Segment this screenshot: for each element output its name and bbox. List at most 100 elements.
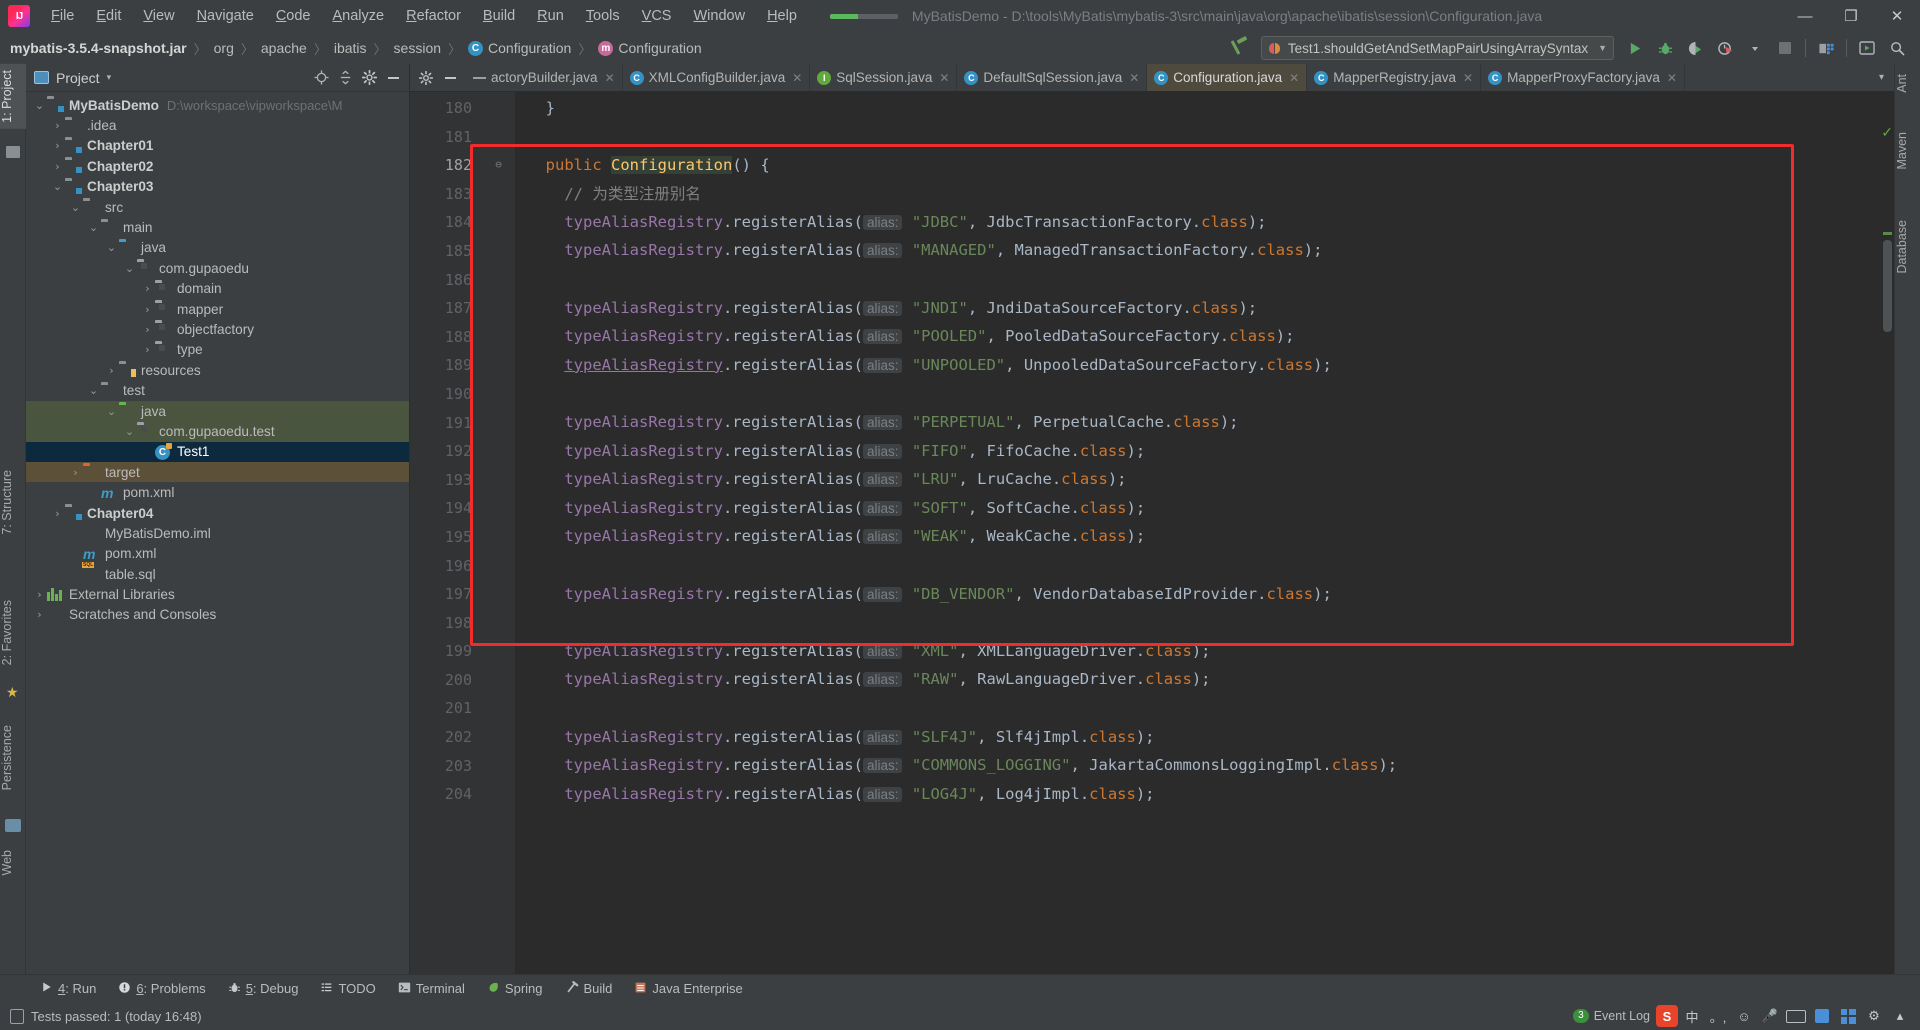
breadcrumb-item-5[interactable]: C Configuration (468, 40, 571, 56)
tree-expand-arrow[interactable]: › (32, 588, 47, 601)
tree-node-mybatisdemo[interactable]: ⌄ MyBatisDemo D:\workspace\vipworkspace\M (26, 95, 409, 115)
line-number[interactable]: 192 (410, 437, 482, 466)
menu-item-refactor[interactable]: Refactor (395, 4, 472, 28)
tree-node-pom-xml[interactable]: ›mpom.xml (26, 544, 409, 564)
tree-node-mybatisdemo-iml[interactable]: ›MyBatisDemo.iml (26, 523, 409, 543)
close-icon[interactable]: ✕ (603, 71, 615, 85)
inspection-status-icon[interactable]: ✓ (1881, 124, 1893, 141)
tree-expand-arrow[interactable]: › (140, 303, 155, 316)
line-number[interactable]: 185 (410, 237, 482, 266)
code-line-200[interactable]: 200 typeAliasRegistry.registerAlias(alia… (410, 666, 1894, 695)
menu-item-vcs[interactable]: VCS (631, 4, 683, 28)
close-button[interactable]: ✕ (1874, 0, 1920, 32)
code-line-201[interactable]: 201 (410, 694, 1894, 723)
editor-tab-mapperproxyfactory-java[interactable]: C MapperProxyFactory.java ✕ (1481, 64, 1685, 91)
ime-grid-icon[interactable] (1836, 1005, 1860, 1027)
run-icon[interactable] (1620, 34, 1650, 62)
line-number[interactable]: 195 (410, 523, 482, 552)
code-line-191[interactable]: 191 typeAliasRegistry.registerAlias(alia… (410, 409, 1894, 438)
menu-item-window[interactable]: Window (682, 4, 756, 28)
editor-tab-defaultsqlsession-java[interactable]: C DefaultSqlSession.java ✕ (957, 64, 1148, 91)
breadcrumb-item-2[interactable]: apache (261, 40, 307, 56)
editor-tab-sqlsession-java[interactable]: I SqlSession.java ✕ (810, 64, 958, 91)
code-line-188[interactable]: 188 typeAliasRegistry.registerAlias(alia… (410, 323, 1894, 352)
line-number[interactable]: 203 (410, 752, 482, 781)
code-line-181[interactable]: 181 (410, 123, 1894, 152)
preview-icon[interactable] (1852, 34, 1882, 62)
maximize-button[interactable]: ❐ (1828, 0, 1874, 32)
tree-expand-arrow[interactable]: › (50, 119, 65, 132)
code-line-198[interactable]: 198 (410, 609, 1894, 638)
ime-emoji-icon[interactable]: ☺ (1732, 1005, 1756, 1027)
hide-panel-icon[interactable] (381, 66, 405, 90)
breadcrumb-item-1[interactable]: org (214, 40, 234, 56)
menu-item-code[interactable]: Code (265, 4, 322, 28)
tree-expand-arrow[interactable]: ⌄ (122, 262, 137, 275)
code-line-187[interactable]: 187 typeAliasRegistry.registerAlias(alia… (410, 294, 1894, 323)
line-number[interactable]: 184 (410, 208, 482, 237)
ime-chinese-icon[interactable]: 中 (1680, 1005, 1704, 1027)
line-number[interactable]: 187 (410, 294, 482, 323)
project-tree[interactable]: ⌄ MyBatisDemo D:\workspace\vipworkspace\M ›… (26, 92, 409, 974)
tree-node-mapper[interactable]: › mapper (26, 299, 409, 319)
tree-expand-arrow[interactable]: › (50, 160, 65, 173)
line-number[interactable]: 198 (410, 609, 482, 638)
tool-window-terminal[interactable]: Terminal (387, 981, 476, 997)
hide-editor-tabs-icon[interactable] (438, 66, 462, 90)
tree-node-main[interactable]: ⌄ main (26, 217, 409, 237)
tree-node-chapter03[interactable]: ⌄ Chapter03 (26, 177, 409, 197)
code-line-194[interactable]: 194 typeAliasRegistry.registerAlias(alia… (410, 494, 1894, 523)
code-line-204[interactable]: 204 typeAliasRegistry.registerAlias(alia… (410, 780, 1894, 809)
sidebar-item-maven[interactable]: Maven (1895, 126, 1920, 176)
code-line-195[interactable]: 195 typeAliasRegistry.registerAlias(alia… (410, 523, 1894, 552)
settings-gear-icon[interactable] (414, 66, 438, 90)
tree-expand-arrow[interactable]: › (50, 507, 65, 520)
collapse-all-icon[interactable] (333, 66, 357, 90)
ime-voice-icon[interactable]: 🎤 (1758, 1005, 1782, 1027)
tree-node-scratches-and-consoles[interactable]: › Scratches and Consoles (26, 605, 409, 625)
settings-gear-icon[interactable] (357, 66, 381, 90)
editor-scrollbar-track[interactable]: ✓ (1880, 120, 1894, 974)
line-number[interactable]: 189 (410, 351, 482, 380)
tree-node-type[interactable]: › type (26, 340, 409, 360)
tree-node--idea[interactable]: › .idea (26, 115, 409, 135)
line-number[interactable]: 190 (410, 380, 482, 409)
fold-marker[interactable]: ⊖ (482, 151, 515, 180)
ime-settings-icon[interactable]: ⚙ (1862, 1005, 1886, 1027)
tool-window-spring[interactable]: Spring (476, 981, 554, 997)
menu-item-view[interactable]: View (132, 4, 185, 28)
tree-expand-arrow[interactable]: ⌄ (86, 221, 101, 234)
tree-expand-arrow[interactable]: ⌄ (122, 425, 137, 438)
build-project-icon[interactable] (1227, 36, 1253, 60)
editor-tab-actorybuilder-java[interactable]: actoryBuilder.java ✕ (466, 64, 623, 91)
tree-expand-arrow[interactable]: › (104, 364, 119, 377)
update-project-icon[interactable] (1811, 34, 1841, 62)
tool-window-java-enterprise[interactable]: Java Enterprise (623, 981, 753, 997)
tree-expand-arrow[interactable]: › (140, 282, 155, 295)
breadcrumb-item-0[interactable]: mybatis-3.5.4-snapshot.jar (10, 40, 187, 56)
menu-item-run[interactable]: Run (526, 4, 575, 28)
tree-node-objectfactory[interactable]: › objectfactory (26, 319, 409, 339)
ime-keyboard-icon[interactable] (1784, 1005, 1808, 1027)
sidebar-item-database[interactable]: Database (1895, 214, 1920, 280)
tree-expand-arrow[interactable]: ⌄ (86, 384, 101, 397)
select-opened-file-icon[interactable] (309, 66, 333, 90)
line-number[interactable]: 204 (410, 780, 482, 809)
debug-icon[interactable] (1650, 34, 1680, 62)
tree-node-chapter01[interactable]: › Chapter01 (26, 136, 409, 156)
chevron-down-icon[interactable]: ▼ (1588, 43, 1607, 53)
tree-node-resources[interactable]: › resources (26, 360, 409, 380)
line-number[interactable]: 194 (410, 494, 482, 523)
code-line-203[interactable]: 203 typeAliasRegistry.registerAlias(alia… (410, 752, 1894, 781)
code-line-202[interactable]: 202 typeAliasRegistry.registerAlias(alia… (410, 723, 1894, 752)
code-line-192[interactable]: 192 typeAliasRegistry.registerAlias(alia… (410, 437, 1894, 466)
tree-expand-arrow[interactable]: ⌄ (68, 201, 83, 214)
tool-window-build[interactable]: Build (554, 980, 624, 997)
tool-window-4--run[interactable]: 4: Run (30, 981, 107, 996)
run-configuration-selector[interactable]: Test1.shouldGetAndSetMapPairUsingArraySy… (1260, 36, 1614, 60)
tool-window-5--debug[interactable]: 5: Debug (217, 981, 310, 997)
menu-item-navigate[interactable]: Navigate (186, 4, 265, 28)
sidebar-item-project[interactable]: 1: Project (0, 64, 26, 129)
tree-expand-arrow[interactable]: › (140, 323, 155, 336)
line-number[interactable]: 186 (410, 266, 482, 295)
